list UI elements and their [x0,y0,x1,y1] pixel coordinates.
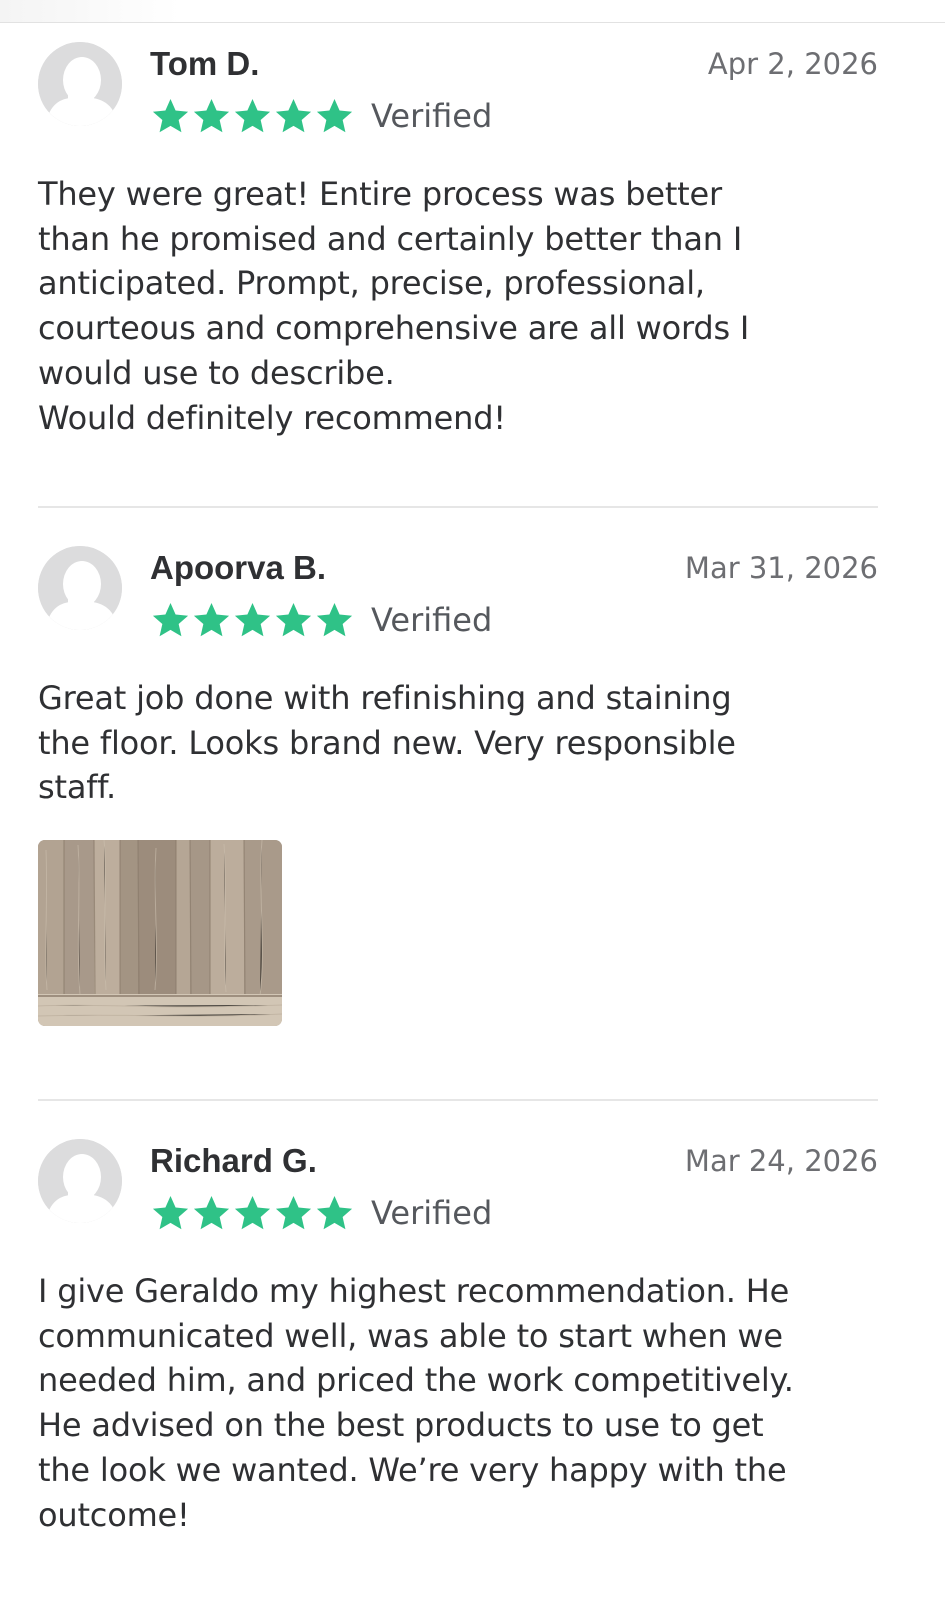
review-text: I give Geraldo my highest recommendation… [38,1272,794,1534]
review-text: They were great! Entire process was bett… [38,175,750,437]
star-icon [316,1196,353,1230]
star-rating [150,96,355,136]
star-icon [234,1196,271,1230]
review-divider [38,506,878,508]
star-icon [234,99,271,133]
reviewer-name: Apoorva B. [150,549,327,586]
review-date: Mar 24, 2026 [684,1144,878,1178]
default-user-avatar-icon [38,42,122,126]
star-icon [152,99,189,133]
verified-label: Verified [371,1194,493,1232]
rating-row: Verified [150,1191,492,1235]
reviewer-name: Tom D. [150,45,260,82]
star-rating [150,1193,355,1233]
star-icon [193,99,230,133]
star-icon [193,1196,230,1230]
top-divider [0,22,945,23]
star-icon [234,603,271,637]
reviewer-name: Richard G. [150,1142,317,1179]
star-icon [193,603,230,637]
review-text: Great job done with refinishing and stai… [38,679,736,807]
review-card: Richard G. Mar 24, 2026 Verified I give … [38,1139,878,1569]
top-edge-shadow [0,0,180,22]
star-icon [275,1196,312,1230]
review-date: Mar 31, 2026 [684,551,878,585]
wood-floor-photo [38,840,282,1026]
default-user-avatar-icon [38,546,122,630]
rating-row: Verified [150,598,492,642]
review-card: Tom D. Apr 2, 2026 Verified They were gr… [38,42,878,442]
star-icon [316,99,353,133]
star-icon [152,603,189,637]
review-date: Apr 2, 2026 [707,47,878,81]
verified-label: Verified [371,97,493,135]
verified-label: Verified [371,601,493,639]
star-icon [275,99,312,133]
review-card: Apoorva B. Mar 31, 2026 Verified Great j… [38,546,878,1046]
rating-row: Verified [150,94,492,138]
star-icon [316,603,353,637]
default-user-avatar-icon [38,1139,122,1223]
review-divider [38,1099,878,1101]
star-icon [275,603,312,637]
star-icon [152,1196,189,1230]
star-rating [150,600,355,640]
review-photo-thumbnail[interactable] [38,840,282,1026]
